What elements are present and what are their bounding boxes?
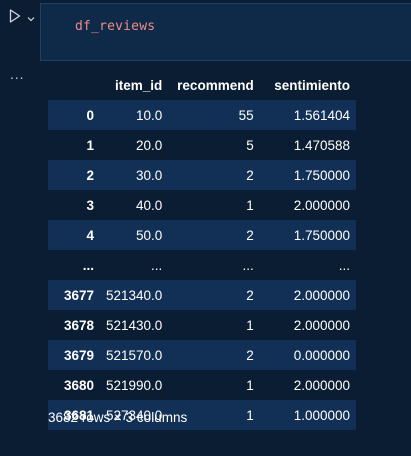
row-index: 3679	[63, 347, 94, 363]
table-row: 3678 521430.0 1 2.000000	[48, 310, 356, 340]
code-line: df_reviews	[75, 19, 156, 34]
cell-recommend: 55	[238, 107, 254, 123]
table-row: 0 10.0 55 1.561404	[48, 100, 356, 130]
row-index: ...	[82, 257, 94, 273]
row-index: 1	[86, 137, 94, 153]
cell-item-id: 521990.0	[105, 377, 163, 393]
table-header-row: item_id recommend sentimiento	[48, 70, 356, 100]
table-row: 3679 521570.0 2 0.000000	[48, 340, 356, 370]
column-header-recommend: recommend	[177, 77, 254, 93]
column-header-item-id: item_id	[115, 77, 163, 93]
table-row: 3 40.0 1 2.000000	[48, 190, 356, 220]
cell-gutter: ...	[0, 0, 40, 456]
dataframe-shape-summary: 3682 rows × 3 columns	[48, 410, 188, 425]
column-header-sentimiento: sentimiento	[274, 77, 350, 93]
cell-recommend: 1	[246, 317, 254, 333]
row-index: 4	[86, 227, 94, 243]
table-row: 2 30.0 2 1.750000	[48, 160, 356, 190]
cell-sentimiento: ...	[338, 257, 350, 273]
row-index: 2	[86, 167, 94, 183]
cell-recommend: 2	[246, 167, 254, 183]
cell-item-id: ...	[151, 257, 163, 273]
table-row: 4 50.0 2 1.750000	[48, 220, 356, 250]
cell-item-id: 20.0	[136, 137, 163, 153]
row-index: 3677	[63, 287, 94, 303]
cell-recommend: 5	[246, 137, 254, 153]
table-row: 3680 521990.0 1 2.000000	[48, 370, 356, 400]
table-row: 3677 521340.0 2 2.000000	[48, 280, 356, 310]
cell-sentimiento: 1.750000	[293, 167, 350, 183]
row-index: 3680	[63, 377, 94, 393]
cell-sentimiento: 2.000000	[293, 377, 350, 393]
cell-recommend: 1	[246, 377, 254, 393]
cell-sentimiento: 1.470588	[293, 137, 350, 153]
cell-item-id: 10.0	[136, 107, 163, 123]
row-index: 3678	[63, 317, 94, 333]
table-row: 1 20.0 5 1.470588	[48, 130, 356, 160]
cell-sentimiento: 2.000000	[293, 317, 350, 333]
cell-recommend: 2	[246, 227, 254, 243]
cell-item-id: 40.0	[136, 197, 163, 213]
cell-recommend: 2	[246, 347, 254, 363]
table-row: ... ... ... ...	[48, 250, 356, 280]
column-header-index	[48, 70, 100, 100]
cell-item-id: 521570.0	[105, 347, 163, 363]
cell-recommend: 2	[246, 287, 254, 303]
cell-sentimiento: 1.561404	[293, 107, 350, 123]
cell-recommend: 1	[246, 197, 254, 213]
output-dataframe: item_id recommend sentimiento 0 10.0 55 …	[48, 70, 360, 430]
cell-item-id: 50.0	[136, 227, 163, 243]
cell-sentimiento: 0.000000	[293, 347, 350, 363]
dataframe-table: item_id recommend sentimiento 0 10.0 55 …	[48, 70, 356, 430]
cell-sentimiento: 1.000000	[293, 407, 350, 423]
cell-recommend: ...	[242, 257, 254, 273]
row-index: 3	[86, 197, 94, 213]
play-icon[interactable]	[8, 8, 22, 24]
cell-sentimiento: 2.000000	[293, 287, 350, 303]
row-index: 0	[86, 107, 94, 123]
output-collapse-button[interactable]: ...	[10, 68, 24, 82]
cell-item-id: 521340.0	[105, 287, 163, 303]
code-editor[interactable]: df_reviews	[40, 3, 411, 61]
chevron-down-icon[interactable]	[26, 9, 36, 22]
cell-item-id: 30.0	[136, 167, 163, 183]
cell-sentimiento: 1.750000	[293, 227, 350, 243]
cell-sentimiento: 2.000000	[293, 197, 350, 213]
cell-item-id: 521430.0	[105, 317, 163, 333]
